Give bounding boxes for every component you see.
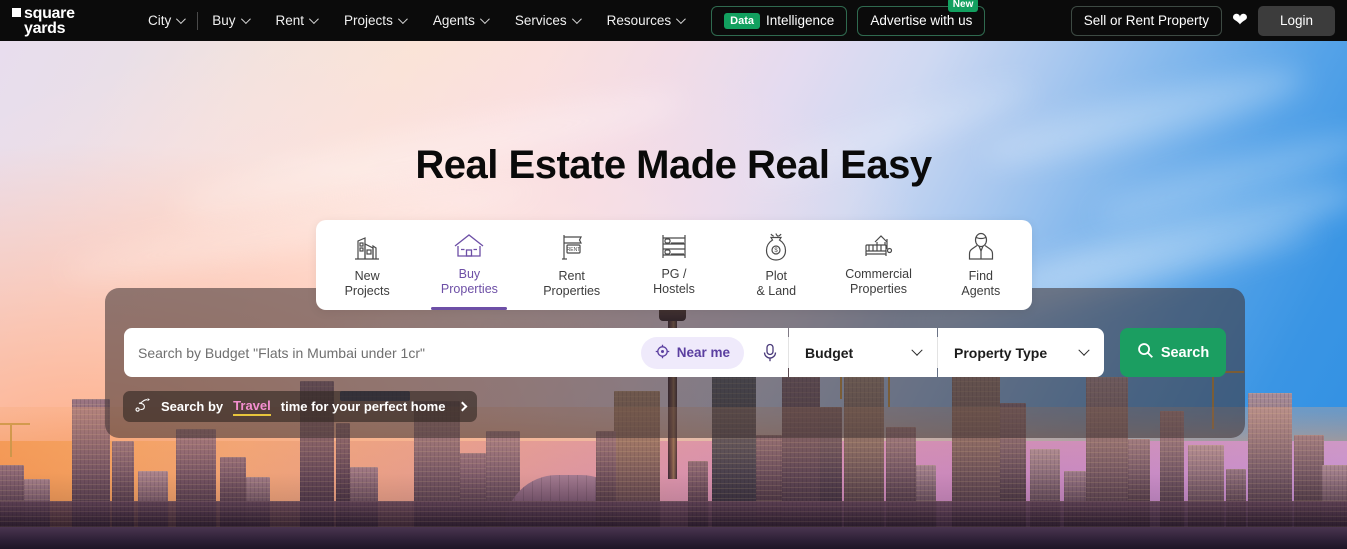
travel-chip-prefix: Search by <box>161 399 224 414</box>
plot-land-icon: $ <box>762 232 790 262</box>
nav-item-rent[interactable]: Rent <box>262 0 331 41</box>
tab-label: Find Agents <box>961 269 1001 298</box>
advertise-with-us-button[interactable]: Advertise with us New <box>857 0 986 36</box>
tab-plot-and-land[interactable]: $ Plot & Land <box>725 220 827 310</box>
rent-properties-icon: RENT <box>557 232 587 262</box>
chevron-down-icon <box>1078 344 1090 356</box>
chevron-down-icon <box>479 14 490 25</box>
data-intelligence-label: Intelligence <box>766 13 835 28</box>
tab-buy-properties[interactable]: Buy Properties <box>418 220 520 310</box>
sell-or-rent-property-button[interactable]: Sell or Rent Property <box>1070 5 1223 36</box>
nav-item-city[interactable]: City <box>134 0 197 41</box>
primary-nav: City Buy Rent Projects Agents Services R… <box>134 0 697 41</box>
find-agents-icon <box>968 232 994 262</box>
tab-pg-hostels[interactable]: PG / Hostels <box>623 220 725 310</box>
top-navigation-bar: square yards City Buy Rent Projects Agen… <box>0 0 1347 41</box>
near-me-label: Near me <box>676 345 730 360</box>
chevron-down-icon <box>309 14 319 25</box>
chevron-down-icon <box>911 344 923 356</box>
nav-item-projects[interactable]: Projects <box>330 0 419 41</box>
tab-label: Rent Properties <box>543 269 601 298</box>
chevron-down-icon <box>571 14 582 25</box>
search-input[interactable] <box>138 329 641 376</box>
header-actions: Sell or Rent Property ❤ Login <box>1070 5 1335 36</box>
tab-find-agents[interactable]: Find Agents <box>930 220 1032 310</box>
new-badge: New <box>947 0 979 12</box>
travel-chip-suffix: time for your perfect home <box>280 399 446 414</box>
nav-label: Services <box>514 13 567 28</box>
active-tab-indicator <box>431 307 508 310</box>
search-icon <box>1137 342 1154 363</box>
nav-label: Rent <box>275 13 305 28</box>
tab-label: Commercial Properties <box>845 267 912 296</box>
site-logo[interactable]: square yards <box>12 5 112 37</box>
nav-label: Resources <box>606 13 672 28</box>
chevron-down-icon <box>397 14 408 25</box>
nav-item-agents[interactable]: Agents <box>419 0 501 41</box>
sell-or-rent-label: Sell or Rent Property <box>1083 13 1210 28</box>
tab-new-projects[interactable]: New Projects <box>316 220 418 310</box>
pg-hostels-icon <box>659 232 689 260</box>
advertise-label: Advertise with us <box>870 13 973 28</box>
tab-commercial-properties[interactable]: Commercial Properties <box>827 220 929 310</box>
property-type-label: Property Type <box>954 344 1048 361</box>
data-intelligence-button[interactable]: Data Intelligence <box>711 5 848 36</box>
data-badge: Data <box>724 12 760 29</box>
heart-icon[interactable]: ❤ <box>1232 11 1248 30</box>
microphone-icon[interactable] <box>752 343 788 363</box>
location-target-icon <box>655 344 670 362</box>
nav-label: City <box>148 13 172 28</box>
tab-label: PG / Hostels <box>653 267 695 296</box>
search-button[interactable]: Search <box>1120 328 1226 377</box>
login-label: Login <box>1279 13 1313 28</box>
property-category-tabs: New Projects Buy Properties RENT Rent Pr… <box>316 220 1032 310</box>
logo-square-mark <box>12 7 21 17</box>
nav-label: Projects <box>344 13 393 28</box>
search-button-label: Search <box>1160 344 1210 361</box>
near-me-button[interactable]: Near me <box>640 336 744 369</box>
commercial-properties-icon <box>863 232 895 260</box>
chevron-down-icon <box>176 14 187 25</box>
search-bar: Near me Budget Property Type <box>124 328 1226 377</box>
nav-item-buy[interactable]: Buy <box>198 0 261 41</box>
search-input-wrapper: Near me <box>124 328 788 377</box>
chevron-right-icon <box>458 401 468 412</box>
page-title: Real Estate Made Real Easy <box>415 143 932 187</box>
tab-label: Buy Properties <box>440 267 498 296</box>
chevron-down-icon <box>240 14 251 25</box>
login-button[interactable]: Login <box>1257 5 1335 36</box>
logo-line-2: yards <box>24 19 66 37</box>
budget-label: Budget <box>805 344 854 361</box>
nav-item-resources[interactable]: Resources <box>593 0 698 41</box>
waterfront <box>0 527 1347 549</box>
travel-chip-highlight: Travel <box>233 398 271 416</box>
search-by-travel-time-button[interactable]: Search by Travel time for your perfect h… <box>123 391 478 422</box>
buy-properties-icon <box>453 232 485 260</box>
chevron-down-icon <box>676 14 687 25</box>
property-type-dropdown[interactable]: Property Type <box>938 328 1104 377</box>
tab-label: Plot & Land <box>756 269 797 298</box>
page-root: square yards City Buy Rent Projects Agen… <box>0 0 1347 549</box>
nav-label: Buy <box>212 13 236 28</box>
new-projects-icon <box>352 232 382 262</box>
svg-text:RENT: RENT <box>566 247 580 253</box>
nav-label: Agents <box>432 13 475 28</box>
route-icon <box>134 397 152 416</box>
tab-rent-properties[interactable]: RENT Rent Properties <box>521 220 623 310</box>
tab-label: New Projects <box>344 269 390 298</box>
budget-dropdown[interactable]: Budget <box>789 328 937 377</box>
nav-item-services[interactable]: Services <box>501 0 593 41</box>
